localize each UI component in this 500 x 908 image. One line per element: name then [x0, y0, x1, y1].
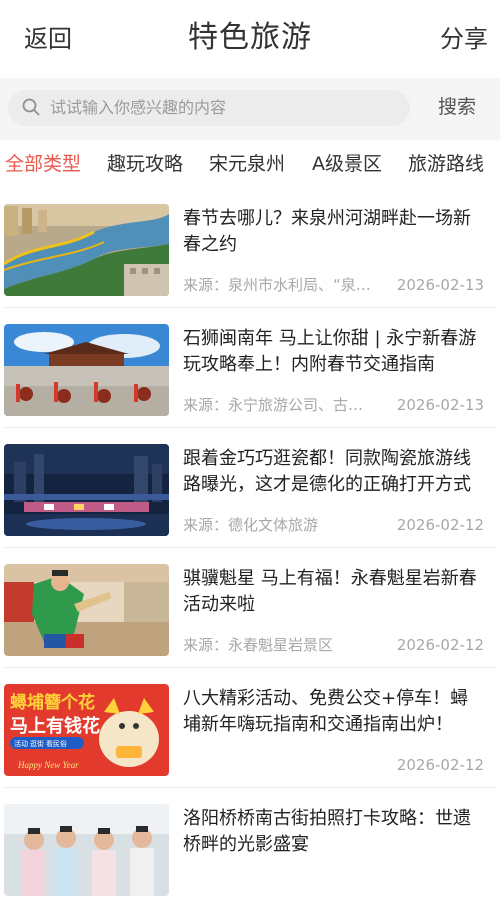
article-date: 2026-02-12	[396, 516, 484, 534]
article-date: 2026-02-12	[396, 756, 484, 774]
article-source: 来源：泉州市水利局、“泉…	[183, 276, 371, 294]
article-source: 来源：德化文体旅游	[183, 516, 319, 534]
article-thumbnail	[4, 324, 169, 416]
article-title: 跟着金巧巧逛瓷都！同款陶瓷旅游线路曝光，这才是德化的正确打开方式	[183, 448, 471, 495]
article-date: 2026-02-13	[396, 276, 484, 294]
article-thumbnail	[4, 564, 169, 656]
article-title: 八大精彩活动、免费公交+停车！蟳埔新年嗨玩指南和交通指南出炉！	[183, 688, 469, 735]
article-source: 来源：永宁旅游公司、古…	[183, 396, 364, 414]
list-item[interactable]: 石狮闽南年 马上让你甜 | 永宁新春游玩攻略奉上！内附春节交通指南 来源：永宁旅…	[0, 308, 500, 428]
article-date: 2026-02-12	[396, 636, 484, 654]
poster-greeting: Happy New Year	[17, 760, 79, 770]
search-placeholder: 试试输入你感兴趣的内容	[50, 98, 227, 117]
list-item[interactable]: 蟳埔簪个花 马上有钱花 活动 逛街 看民俗 Happy New Year 八大精…	[0, 668, 500, 788]
list-item[interactable]: 骐骥魁星 马上有福！永春魁星岩新春活动来啦 来源：永春魁星岩景区 2026-02…	[0, 548, 500, 668]
article-title: 春节去哪儿？来泉州河湖畔赴一场新春之约	[183, 208, 471, 255]
list-item[interactable]: 洛阳桥桥南古街拍照打卡攻略：世遗桥畔的光影盛宴	[0, 788, 500, 908]
share-button[interactable]: 分享	[440, 22, 488, 56]
tab-song-yuan-quanzhou[interactable]: 宋元泉州	[209, 150, 285, 178]
search-icon	[22, 98, 40, 116]
top-nav-bar: 返回 特色旅游 分享	[0, 0, 500, 78]
page-title: 特色旅游	[188, 20, 312, 55]
article-title: 洛阳桥桥南古街拍照打卡攻略：世遗桥畔的光影盛宴	[183, 808, 471, 855]
article-thumbnail	[4, 444, 169, 536]
list-item[interactable]: 春节去哪儿？来泉州河湖畔赴一场新春之约 来源：泉州市水利局、“泉… 2026-0…	[0, 188, 500, 308]
poster-line1: 蟳埔簪个花	[10, 692, 95, 712]
category-tabs: 全部类型 趣玩攻略 宋元泉州 A级景区 旅游路线	[0, 140, 500, 188]
article-thumbnail	[4, 204, 169, 296]
article-thumbnail	[4, 804, 169, 896]
search-bar: 试试输入你感兴趣的内容 搜索	[0, 78, 500, 140]
search-input[interactable]: 试试输入你感兴趣的内容	[8, 90, 410, 126]
article-source: 来源：永春魁星岩景区	[183, 636, 334, 654]
tab-a-level-scenic[interactable]: A级景区	[312, 150, 382, 178]
article-title: 石狮闽南年 马上让你甜 | 永宁新春游玩攻略奉上！内附春节交通指南	[183, 328, 477, 375]
tab-fun-guides[interactable]: 趣玩攻略	[107, 150, 183, 178]
article-thumbnail: 蟳埔簪个花 马上有钱花 活动 逛街 看民俗 Happy New Year	[4, 684, 169, 776]
tab-all-types[interactable]: 全部类型	[5, 150, 81, 178]
list-item[interactable]: 跟着金巧巧逛瓷都！同款陶瓷旅游线路曝光，这才是德化的正确打开方式 来源：德化文体…	[0, 428, 500, 548]
article-date: 2026-02-13	[396, 396, 484, 414]
search-button[interactable]: 搜索	[438, 93, 476, 121]
poster-tag: 活动 逛街 看民俗	[14, 739, 67, 748]
poster-line2: 马上有钱花	[10, 715, 100, 736]
tab-travel-routes[interactable]: 旅游路线	[408, 150, 484, 178]
article-title: 骐骥魁星 马上有福！永春魁星岩新春活动来啦	[183, 568, 477, 615]
